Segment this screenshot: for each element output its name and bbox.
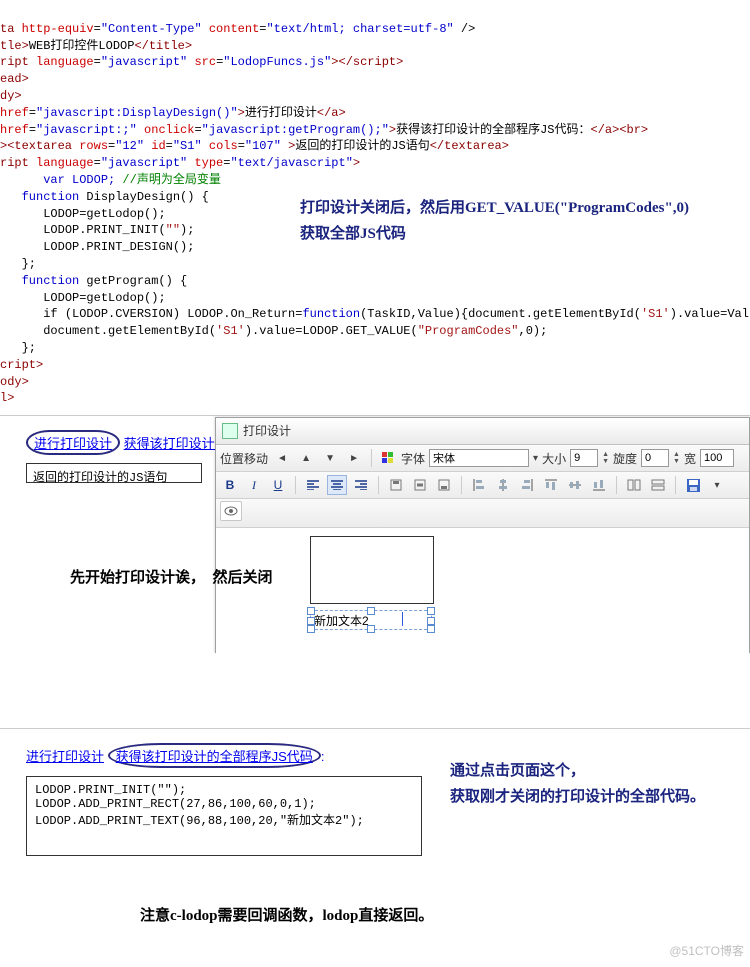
section-design-dialog: 进行打印设计 获得该打印设计的全部程序JS代码： 返回的打印设计的JS语句 打印… — [0, 415, 750, 724]
highlight-oval-2: 获得该打印设计的全部程序JS代码 — [108, 743, 321, 768]
valign-middle-icon[interactable] — [410, 475, 430, 495]
resize-handle[interactable] — [367, 625, 375, 633]
label-pos-move: 位置移动 — [220, 450, 268, 467]
equal-width-icon[interactable] — [624, 475, 644, 495]
arrow-left-icon[interactable]: ◄ — [272, 448, 292, 468]
align-grid-hcenter-icon[interactable] — [493, 475, 513, 495]
equal-height-icon[interactable] — [648, 475, 668, 495]
font-select[interactable] — [429, 449, 529, 467]
arrow-up-icon[interactable]: ▲ — [296, 448, 316, 468]
resize-handle[interactable] — [307, 625, 315, 633]
annotation-note-1: 打印设计关闭后，然后用GET_VALUE("ProgramCodes",0) 获… — [300, 196, 689, 247]
dialog-titlebar[interactable]: 打印设计 — [216, 418, 749, 445]
caption-step1: 先开始打印设计诶， 然后关闭 — [0, 552, 273, 595]
save-dropdown-icon[interactable]: ▾ — [707, 475, 727, 495]
dialog-toolbar-row1: 位置移动 ◄ ▲ ▼ ► 字体 ▾ 大小 ▲▼ 旋度 ▲▼ 宽 — [216, 445, 749, 472]
resize-handle[interactable] — [427, 617, 435, 625]
textarea-preview-1[interactable]: 返回的打印设计的JS语句 — [26, 463, 202, 483]
preview-eye-icon[interactable] — [220, 501, 242, 521]
label-rotate: 旋度 — [613, 450, 637, 467]
printer-icon — [222, 423, 238, 439]
arrow-down-icon[interactable]: ▼ — [320, 448, 340, 468]
color-grid-icon[interactable] — [379, 448, 397, 468]
label-width: 宽 — [684, 450, 696, 467]
annotation-note-2-line1: 通过点击页面这个， — [450, 759, 705, 785]
dialog-toolbar-row2: B I U — [216, 472, 749, 499]
arrow-right-icon[interactable]: ► — [344, 448, 364, 468]
label-size: 大小 — [542, 450, 566, 467]
annotation-note-2: 通过点击页面这个， 获取刚才关闭的打印设计的全部代码。 — [450, 759, 705, 810]
align-center-icon[interactable] — [327, 475, 347, 495]
canvas-text-object[interactable]: 新加文本2 — [310, 610, 432, 630]
highlight-oval-1: 进行打印设计 — [26, 430, 120, 455]
dropdown-icon[interactable]: ▾ — [533, 453, 538, 464]
label-font: 字体 — [401, 450, 425, 467]
align-grid-top-icon[interactable] — [541, 475, 561, 495]
section-result: 进行打印设计 获得该打印设计的全部程序JS代码 : 通过点击页面这个， 获取刚才… — [0, 728, 750, 967]
link-design-2[interactable]: 进行打印设计 — [26, 749, 104, 764]
align-grid-vcenter-icon[interactable] — [565, 475, 585, 495]
canvas-text-value: 新加文本2 — [314, 614, 369, 628]
underline-button[interactable]: U — [268, 475, 288, 495]
align-grid-bottom-icon[interactable] — [589, 475, 609, 495]
design-canvas[interactable]: 新加文本2 — [216, 528, 749, 656]
canvas-rect-object[interactable] — [310, 536, 434, 604]
align-right-icon[interactable] — [351, 475, 371, 495]
bold-button[interactable]: B — [220, 475, 240, 495]
link-design-1[interactable]: 进行打印设计 — [34, 436, 112, 451]
resize-handle[interactable] — [307, 607, 315, 615]
textarea-result[interactable]: LODOP.PRINT_INIT(""); LODOP.ADD_PRINT_RE… — [26, 776, 422, 856]
annotation-note-1-line2: 获取全部JS代码 — [300, 222, 689, 248]
italic-button[interactable]: I — [244, 475, 264, 495]
print-design-dialog: 打印设计 位置移动 ◄ ▲ ▼ ► 字体 ▾ 大小 ▲▼ 旋度 ▲▼ 宽 B — [215, 417, 750, 653]
dialog-toolbar-row3 — [216, 499, 749, 528]
size-input[interactable] — [570, 449, 598, 467]
dialog-title-text: 打印设计 — [243, 418, 291, 444]
save-disk-icon[interactable] — [683, 475, 703, 495]
resize-handle[interactable] — [427, 625, 435, 633]
size-spinner[interactable]: ▲▼ — [602, 451, 609, 465]
align-grid-right-icon[interactable] — [517, 475, 537, 495]
resize-handle[interactable] — [427, 607, 435, 615]
resize-handle[interactable] — [367, 607, 375, 615]
link-getcode-2[interactable]: 获得该打印设计的全部程序JS代码 — [116, 749, 313, 764]
annotation-note-1-line1: 打印设计关闭后，然后用GET_VALUE("ProgramCodes",0) — [300, 196, 689, 222]
width-input[interactable] — [700, 449, 734, 467]
annotation-note-2-line2: 获取刚才关闭的打印设计的全部代码。 — [450, 785, 705, 811]
rotate-spinner[interactable]: ▲▼ — [673, 451, 680, 465]
valign-bottom-icon[interactable] — [434, 475, 454, 495]
align-left-icon[interactable] — [303, 475, 323, 495]
rotate-input[interactable] — [641, 449, 669, 467]
align-grid-left-icon[interactable] — [469, 475, 489, 495]
resize-handle[interactable] — [307, 617, 315, 625]
watermark-text: @51CTO博客 — [669, 942, 744, 959]
valign-top-icon[interactable] — [386, 475, 406, 495]
